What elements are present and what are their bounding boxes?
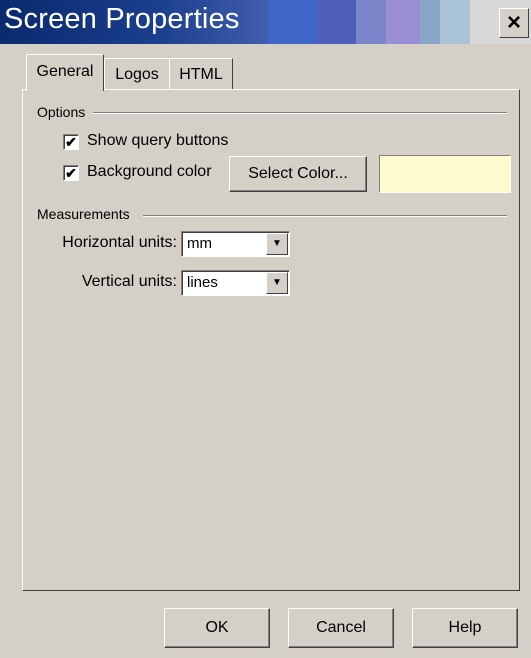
background-color-swatch [379, 155, 511, 193]
tab-general[interactable]: General [26, 54, 104, 91]
horizontal-units-dropdown[interactable]: mm ▼ [181, 231, 290, 257]
help-label: Help [448, 619, 482, 636]
show-query-buttons-checkbox-row[interactable]: ✔ Show query buttons [63, 132, 283, 154]
horizontal-units-value: mm [187, 235, 212, 252]
check-icon: ✔ [65, 134, 77, 150]
chevron-down-icon[interactable]: ▼ [266, 272, 288, 294]
measurements-divider [143, 215, 507, 217]
help-button[interactable]: Help [412, 608, 518, 648]
ok-button[interactable]: OK [164, 608, 270, 648]
horizontal-units-label: Horizontal units: [62, 234, 177, 251]
chevron-down-icon[interactable]: ▼ [266, 233, 288, 255]
close-icon: × [506, 9, 521, 36]
title-bar[interactable]: Screen Properties × [0, 0, 531, 44]
tab-general-label: General [36, 63, 94, 80]
background-color-label: Background color [87, 163, 212, 180]
window-title: Screen Properties [4, 3, 240, 35]
select-color-label: Select Color... [248, 165, 348, 182]
vertical-units-value: lines [187, 274, 218, 291]
close-button[interactable]: × [499, 8, 529, 38]
vertical-units-label: Vertical units: [81, 273, 177, 290]
options-group-label: Options [37, 104, 92, 120]
cancel-button[interactable]: Cancel [288, 608, 394, 648]
ok-label: OK [205, 619, 229, 636]
tab-logos[interactable]: Logos [104, 58, 170, 90]
show-query-buttons-checkbox[interactable]: ✔ [63, 134, 79, 150]
options-divider [93, 112, 507, 114]
background-color-checkbox-row[interactable]: ✔ Background color [63, 163, 243, 185]
general-tab-panel: Options ✔ Show query buttons ✔ Backgroun… [22, 89, 520, 591]
tab-html-label: HTML [179, 66, 223, 83]
select-color-button[interactable]: Select Color... [229, 156, 367, 192]
tab-logos-label: Logos [115, 66, 159, 83]
measurements-group-label: Measurements [37, 206, 136, 222]
check-icon: ✔ [65, 165, 77, 181]
background-color-checkbox[interactable]: ✔ [63, 165, 79, 181]
tab-html[interactable]: HTML [169, 58, 233, 90]
vertical-units-dropdown[interactable]: lines ▼ [181, 270, 290, 296]
show-query-buttons-label: Show query buttons [87, 132, 229, 149]
cancel-label: Cancel [316, 619, 366, 636]
